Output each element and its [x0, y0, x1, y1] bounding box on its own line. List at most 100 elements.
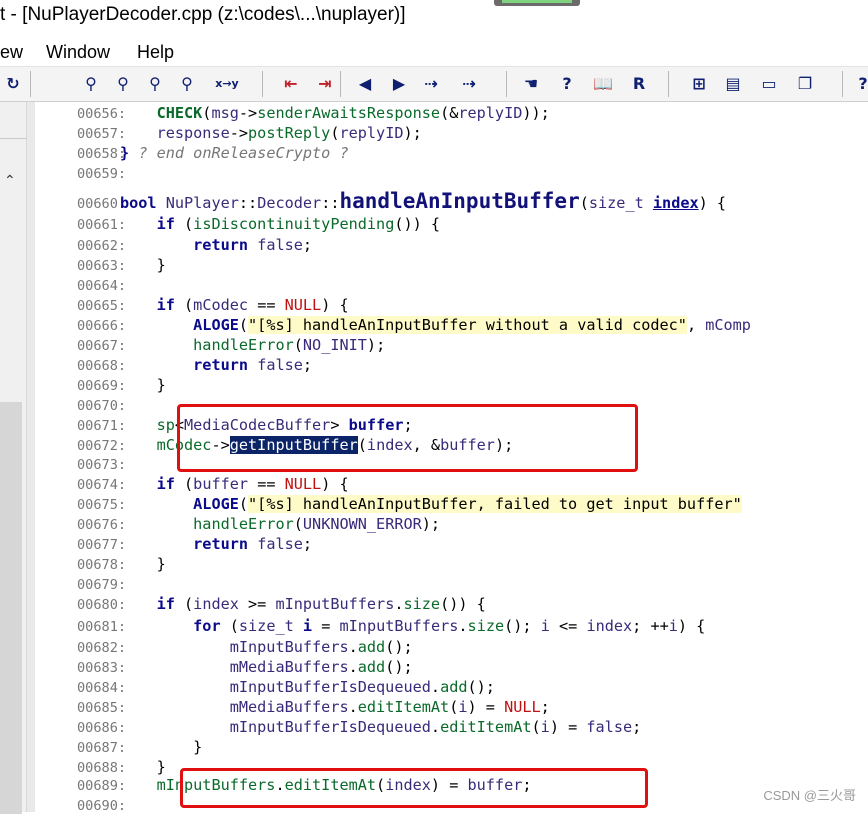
line-number: 00673: [77, 457, 127, 473]
code-text: bool NuPlayer::Decoder::handleAnInputBuf… [120, 189, 727, 213]
jump-icon[interactable]: ⇢ [420, 73, 442, 95]
find-in-files-icon[interactable]: ⚲ [176, 73, 198, 95]
code-line[interactable]: 00675: ALOGE("[%s] handleAnInputBuffer, … [35, 494, 868, 514]
code-line[interactable]: 00687: } [35, 737, 868, 757]
code-text: for (size_t i = mInputBuffers.size(); i … [193, 617, 706, 635]
code-line[interactable]: 00686: mInputBufferIsDequeued.editItemAt… [35, 717, 868, 737]
code-line[interactable]: 00659: [35, 163, 868, 183]
line-number: 00672: [77, 438, 127, 454]
redo-icon[interactable]: ↻ [2, 73, 24, 95]
line-number: 00664: [77, 278, 127, 294]
code-line[interactable]: 00679: [35, 574, 868, 594]
line-number: 00680: [77, 597, 127, 613]
line-number: 00685: [77, 700, 127, 716]
line-number: 00659: [77, 166, 127, 182]
layout-3-icon[interactable]: ▭ [758, 73, 780, 95]
code-line[interactable]: 00685: mMediaBuffers.editItemAt(i) = NUL… [35, 697, 868, 717]
line-number: 00657: [77, 126, 127, 142]
line-number: 00678: [77, 557, 127, 573]
code-line[interactable]: 00658:} ? end onReleaseCrypto ? [35, 143, 868, 163]
code-text: mMediaBuffers.editItemAt(i) = NULL; [229, 698, 550, 716]
code-line[interactable]: 00662: return false; [35, 235, 868, 255]
code-line[interactable]: 00657: response->postReply(replyID); [35, 123, 868, 143]
line-number: 00663: [77, 258, 127, 274]
relation-icon[interactable]: R [628, 73, 650, 95]
code-text: return false; [193, 535, 313, 553]
code-text: } [120, 738, 203, 756]
code-text: CHECK(msg->senderAwaitsResponse(&replyID… [156, 104, 550, 122]
back-icon[interactable]: ◀ [354, 73, 376, 95]
jump-def-icon[interactable]: ⇢ [458, 73, 480, 95]
find-icon[interactable]: ⚲ [80, 73, 102, 95]
menu-bar: ew Window Help [0, 38, 868, 67]
window-tab-indicator[interactable] [494, 0, 580, 6]
help-icon[interactable]: ? [852, 73, 868, 95]
code-line[interactable]: 00661: if (isDiscontinuityPending()) { [35, 214, 868, 234]
code-line[interactable]: 00669: } [35, 375, 868, 395]
code-line[interactable]: 00660:bool NuPlayer::Decoder::handleAnIn… [35, 188, 868, 214]
line-number: 00668: [77, 358, 127, 374]
code-line[interactable]: 00665: if (mCodec == NULL) { [35, 295, 868, 315]
code-text: if (mCodec == NULL) { [156, 296, 349, 314]
editor-gutter [27, 102, 35, 812]
code-line[interactable]: 00682: mInputBuffers.add(); [35, 637, 868, 657]
line-number: 00677: [77, 537, 127, 553]
bookmark-next-icon[interactable]: ⇥ [314, 73, 336, 95]
chevron-up-icon[interactable]: ⌃ [4, 172, 16, 189]
book-icon[interactable]: 📖 [592, 73, 614, 95]
bookmark-prev-icon[interactable]: ⇤ [280, 73, 302, 95]
code-line[interactable]: 00680: if (index >= mInputBuffers.size()… [35, 594, 868, 614]
symbol-pane: ⌃ [0, 102, 27, 814]
code-line[interactable]: 00666: ALOGE("[%s] handleAnInputBuffer w… [35, 315, 868, 335]
line-number: 00671: [77, 418, 127, 434]
code-line[interactable]: 00677: return false; [35, 534, 868, 554]
layout-4-icon[interactable]: ❐ [794, 73, 816, 95]
symbol-icon[interactable]: ☚ [520, 73, 542, 95]
find-next-icon[interactable]: ⚲ [144, 73, 166, 95]
code-line[interactable]: 00683: mMediaBuffers.add(); [35, 657, 868, 677]
replace-icon[interactable]: x→y [214, 73, 240, 95]
code-text: } ? end onReleaseCrypto ? [120, 144, 349, 162]
code-text: response->postReply(replyID); [156, 124, 422, 142]
menu-help[interactable]: Help [137, 42, 174, 63]
code-line[interactable]: 00681: for (size_t i = mInputBuffers.siz… [35, 616, 868, 636]
highlight-box-buffer-decl [177, 404, 638, 472]
layout-1-icon[interactable]: ⊞ [688, 73, 710, 95]
code-line[interactable]: 00664: [35, 275, 868, 295]
line-number: 00682: [77, 640, 127, 656]
code-line[interactable]: 00678: } [35, 554, 868, 574]
code-line[interactable]: 00676: handleError(UNKNOWN_ERROR); [35, 514, 868, 534]
code-text: } [120, 555, 166, 573]
line-number: 00683: [77, 660, 127, 676]
title-bar: t - [NuPlayerDecoder.cpp (z:\codes\...\n… [0, 0, 868, 36]
code-text: } [120, 758, 166, 776]
info-icon[interactable]: ? [556, 73, 578, 95]
window-title: t - [NuPlayerDecoder.cpp (z:\codes\...\n… [0, 4, 406, 25]
code-text: return false; [193, 236, 313, 254]
code-line[interactable]: 00674: if (buffer == NULL) { [35, 474, 868, 494]
layout-2-icon[interactable]: ▤ [722, 73, 744, 95]
code-text: if (buffer == NULL) { [156, 475, 349, 493]
forward-icon[interactable]: ▶ [388, 73, 410, 95]
line-number: 00656: [77, 106, 127, 122]
code-text: mInputBufferIsDequeued.add(); [229, 678, 495, 696]
line-number: 00679: [77, 577, 127, 593]
code-line[interactable]: 00656: CHECK(msg->senderAwaitsResponse(&… [35, 103, 868, 123]
highlight-box-edit-item [180, 768, 648, 808]
menu-view[interactable]: ew [0, 42, 23, 63]
code-line[interactable]: 00667: handleError(NO_INIT); [35, 335, 868, 355]
code-text: ALOGE("[%s] handleAnInputBuffer without … [193, 316, 751, 334]
find-prev-icon[interactable]: ⚲ [112, 73, 134, 95]
line-number: 00675: [77, 497, 127, 513]
menu-window[interactable]: Window [46, 42, 110, 63]
line-number: 00670: [77, 398, 127, 414]
toolbar-separator [262, 71, 263, 97]
code-line[interactable]: 00663: } [35, 255, 868, 275]
line-number: 00669: [77, 378, 127, 394]
toolbar: ↻ ⚲ ⚲ ⚲ ⚲ x→y ⇤ ⇥ ◀ ▶ ⇢ ⇢ ☚? 📖 R ⊞ ▤ ▭ ❐? [0, 67, 868, 102]
line-number: 00665: [77, 298, 127, 314]
code-line[interactable]: 00668: return false; [35, 355, 868, 375]
pane-scrollbar[interactable] [0, 402, 22, 814]
toolbar-separator [668, 71, 669, 97]
code-line[interactable]: 00684: mInputBufferIsDequeued.add(); [35, 677, 868, 697]
